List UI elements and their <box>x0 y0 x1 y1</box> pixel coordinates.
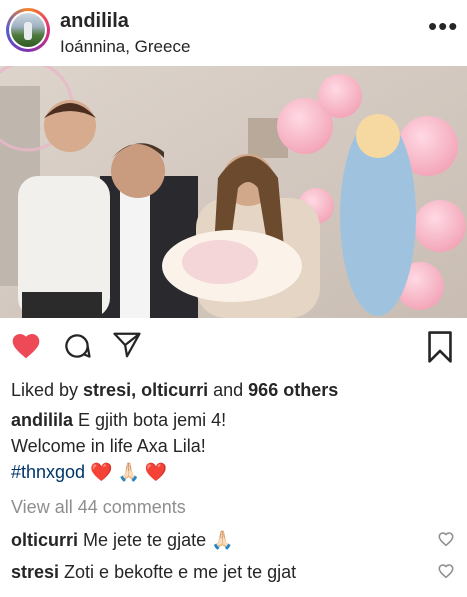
send-icon[interactable] <box>112 330 142 365</box>
comment-row: olticurri Me jete te gjate 🙏🏻 <box>11 528 461 552</box>
post-header: andilila Ioánnina, Greece ••• <box>0 0 467 62</box>
comment-username[interactable]: olticurri <box>11 530 78 550</box>
comment-like-icon[interactable] <box>437 562 455 585</box>
avatar[interactable] <box>6 8 50 52</box>
comment-icon[interactable] <box>62 330 92 367</box>
comment-username[interactable]: stresi <box>11 562 59 582</box>
hashtag-link[interactable]: #thnxgod <box>11 462 85 482</box>
post-photo[interactable] <box>0 66 467 318</box>
bookmark-icon[interactable] <box>426 330 454 369</box>
liker-username[interactable]: olticurri <box>141 380 208 400</box>
comment-like-icon[interactable] <box>437 530 455 553</box>
post-photo-image <box>0 66 467 318</box>
caption-line-1: andilila E gjith bota jemi 4! <box>11 408 461 432</box>
post-username[interactable]: andilila <box>60 10 129 33</box>
likes-count[interactable]: 966 others <box>248 380 338 400</box>
heart-filled-icon[interactable] <box>10 330 42 367</box>
liker-username[interactable]: stresi <box>83 380 131 400</box>
caption-emoji: ❤️ 🙏🏻 ❤️ <box>85 462 168 482</box>
post-location[interactable]: Ioánnina, Greece <box>60 37 190 57</box>
comment-row: stresi Zoti e bekofte e me jet te gjat <box>11 560 461 584</box>
more-icon[interactable]: ••• <box>428 13 458 39</box>
likes-line: Liked by stresi, olticurri and 966 other… <box>11 380 339 400</box>
avatar-image <box>11 13 45 47</box>
caption-username[interactable]: andilila <box>11 410 73 430</box>
comment-text: Zoti e bekofte e me jet te gjat <box>59 562 297 582</box>
caption-text: E gjith bota jemi 4! <box>73 410 227 430</box>
action-bar <box>0 322 467 374</box>
caption-line-2: Welcome in life Axa Lila! <box>11 436 206 456</box>
comment-text: Me jete te gjate 🙏🏻 <box>78 530 234 550</box>
caption-line-3: #thnxgod ❤️ 🙏🏻 ❤️ <box>11 460 461 484</box>
view-all-comments-link[interactable]: View all 44 comments <box>11 495 461 519</box>
